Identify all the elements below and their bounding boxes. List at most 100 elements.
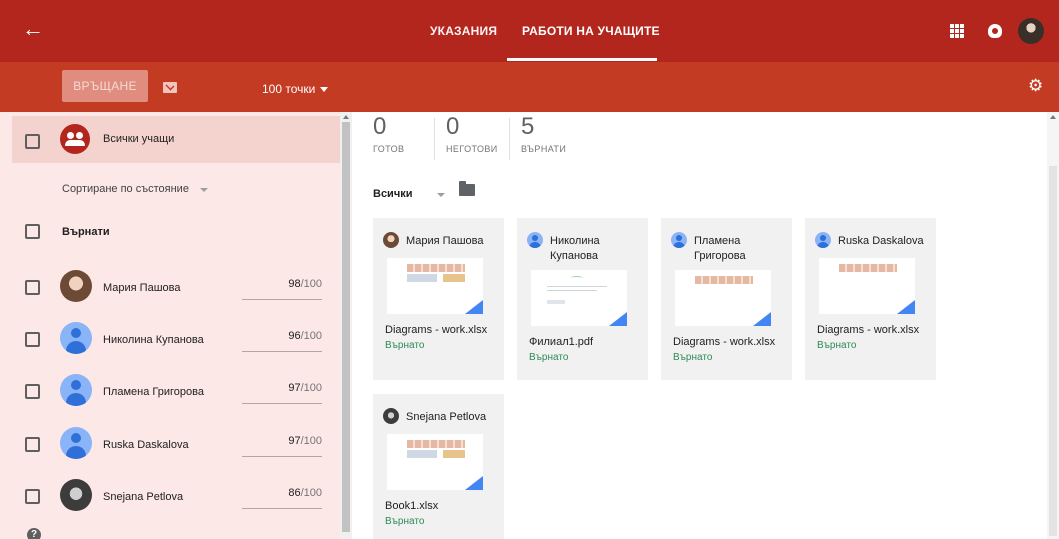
student-checkbox[interactable] bbox=[25, 384, 40, 399]
sort-select[interactable]: Сортиране по състояние bbox=[62, 183, 189, 195]
avatar bbox=[60, 427, 92, 459]
tab-student-work[interactable]: РАБОТИ НА УЧАЩИТЕ bbox=[522, 24, 660, 38]
grade-field[interactable]: 97/100 bbox=[288, 382, 322, 394]
help-icon[interactable]: ? bbox=[27, 528, 41, 539]
stat-ready: 0 ГОТОВ bbox=[373, 114, 404, 155]
student-checkbox[interactable] bbox=[25, 280, 40, 295]
avatar bbox=[383, 232, 399, 248]
avatar bbox=[383, 408, 399, 424]
student-name: Николина Купанова bbox=[550, 235, 600, 262]
file-thumbnail[interactable] bbox=[819, 258, 915, 314]
student-row[interactable]: Пламена Григорова 97/100 bbox=[0, 372, 340, 412]
pdf-file-icon bbox=[609, 312, 627, 326]
top-app-bar: ← УКАЗАНИЯ РАБОТИ НА УЧАЩИТЕ bbox=[0, 0, 1059, 62]
stat-label: ВЪРНАТИ bbox=[521, 144, 567, 154]
user-avatar[interactable] bbox=[1018, 18, 1044, 44]
all-students-label: Всички учащи bbox=[103, 133, 175, 145]
grade-underline bbox=[242, 299, 322, 300]
student-name: Пламена Григорова bbox=[103, 386, 204, 398]
pdf-preview bbox=[547, 290, 597, 291]
divider bbox=[509, 118, 510, 160]
sheet-preview bbox=[695, 276, 753, 284]
submission-card[interactable]: Пламена Григорова Diagrams - work.xlsx В… bbox=[661, 218, 792, 380]
stat-value: 0 bbox=[446, 113, 460, 140]
folder-icon[interactable] bbox=[459, 181, 475, 196]
student-checkbox[interactable] bbox=[25, 489, 40, 504]
returned-section-checkbox[interactable] bbox=[25, 224, 40, 239]
grade-field[interactable]: 96/100 bbox=[288, 330, 322, 342]
chevron-down-icon[interactable] bbox=[200, 188, 208, 192]
stat-label: НЕГОТОВИ bbox=[446, 144, 498, 154]
avatar bbox=[60, 479, 92, 511]
submission-card[interactable]: Мария Пашова Diagrams - work.xlsx Върнат… bbox=[373, 218, 504, 380]
status-badge: Върнато bbox=[385, 516, 425, 527]
sheets-icon bbox=[753, 312, 771, 326]
pdf-preview bbox=[547, 300, 565, 304]
avatar bbox=[815, 232, 831, 248]
filter-select[interactable]: Всички bbox=[373, 188, 412, 200]
scroll-up-icon[interactable] bbox=[1050, 115, 1056, 119]
file-name[interactable]: Diagrams - work.xlsx bbox=[817, 324, 919, 336]
file-thumbnail[interactable] bbox=[387, 434, 483, 490]
grade-max: /100 bbox=[300, 278, 322, 290]
student-name: Пламена Григорова bbox=[694, 235, 746, 262]
grade-underline bbox=[242, 351, 322, 352]
student-name: Николина Купанова bbox=[103, 334, 204, 346]
pdf-preview bbox=[547, 286, 607, 287]
sheet-preview bbox=[839, 264, 897, 272]
avatar bbox=[60, 374, 92, 406]
gear-icon[interactable]: ⚙ bbox=[1028, 77, 1044, 94]
mail-icon[interactable] bbox=[163, 82, 177, 93]
all-students-checkbox[interactable] bbox=[25, 134, 40, 149]
chevron-down-icon[interactable] bbox=[320, 87, 328, 92]
chevron-down-icon[interactable] bbox=[437, 193, 445, 197]
scrollbar-thumb[interactable] bbox=[1049, 166, 1057, 536]
grade-max: /100 bbox=[300, 330, 322, 342]
grade-underline bbox=[242, 456, 322, 457]
submission-card[interactable]: Николина Купанова Филиал1.pdf Върнато bbox=[517, 218, 648, 380]
scrollbar-thumb[interactable] bbox=[342, 122, 350, 532]
return-button[interactable]: ВРЪЩАНЕ bbox=[62, 70, 148, 102]
student-name: Ruska Daskalova bbox=[838, 235, 924, 247]
student-row[interactable]: Николина Купанова 96/100 bbox=[0, 320, 340, 360]
student-row[interactable]: Ruska Daskalova 97/100 bbox=[0, 425, 340, 465]
file-name[interactable]: Book1.xlsx bbox=[385, 500, 438, 512]
grade-value: 97 bbox=[288, 382, 301, 394]
returned-section-label: Върнати bbox=[62, 226, 110, 238]
file-name[interactable]: Филиал1.pdf bbox=[529, 336, 593, 348]
grade-field[interactable]: 98/100 bbox=[288, 278, 322, 290]
student-roster: Всички учащи Сортиране по състояние Върн… bbox=[0, 112, 340, 539]
tab-instructions[interactable]: УКАЗАНИЯ bbox=[430, 24, 497, 38]
file-thumbnail[interactable] bbox=[675, 270, 771, 326]
avatar bbox=[60, 322, 92, 354]
grade-value: 98 bbox=[288, 278, 301, 290]
roster-scrollbar[interactable] bbox=[340, 112, 352, 539]
file-thumbnail[interactable] bbox=[387, 258, 483, 314]
grade-underline bbox=[242, 508, 322, 509]
file-name[interactable]: Diagrams - work.xlsx bbox=[385, 324, 487, 336]
student-checkbox[interactable] bbox=[25, 437, 40, 452]
submission-card[interactable]: Snejana Petlova Book1.xlsx Върнато bbox=[373, 394, 504, 539]
scroll-up-icon[interactable] bbox=[343, 115, 349, 119]
status-badge: Върнато bbox=[817, 340, 857, 351]
notifications-icon[interactable] bbox=[988, 24, 1002, 38]
points-select[interactable]: 100 точки bbox=[262, 82, 315, 96]
content-scrollbar[interactable] bbox=[1047, 112, 1059, 539]
grade-field[interactable]: 97/100 bbox=[288, 435, 322, 447]
file-thumbnail[interactable] bbox=[531, 270, 627, 326]
grade-field[interactable]: 86/100 bbox=[288, 487, 322, 499]
student-checkbox[interactable] bbox=[25, 332, 40, 347]
sheet-preview bbox=[407, 450, 437, 458]
grade-value: 97 bbox=[288, 435, 301, 447]
arrow-left-icon[interactable]: ← bbox=[22, 18, 44, 40]
student-row[interactable]: Snejana Petlova 86/100 bbox=[0, 477, 340, 517]
group-icon bbox=[60, 124, 90, 154]
submission-card[interactable]: Ruska Daskalova Diagrams - work.xlsx Вър… bbox=[805, 218, 936, 380]
sheets-icon bbox=[897, 300, 915, 314]
action-toolbar: ВРЪЩАНЕ 100 точки ⚙ bbox=[0, 62, 1059, 112]
grade-max: /100 bbox=[300, 487, 322, 499]
student-row[interactable]: Мария Пашова 98/100 bbox=[0, 268, 340, 308]
avatar bbox=[60, 270, 92, 302]
file-name[interactable]: Diagrams - work.xlsx bbox=[673, 336, 775, 348]
apps-grid-icon[interactable] bbox=[950, 24, 964, 38]
